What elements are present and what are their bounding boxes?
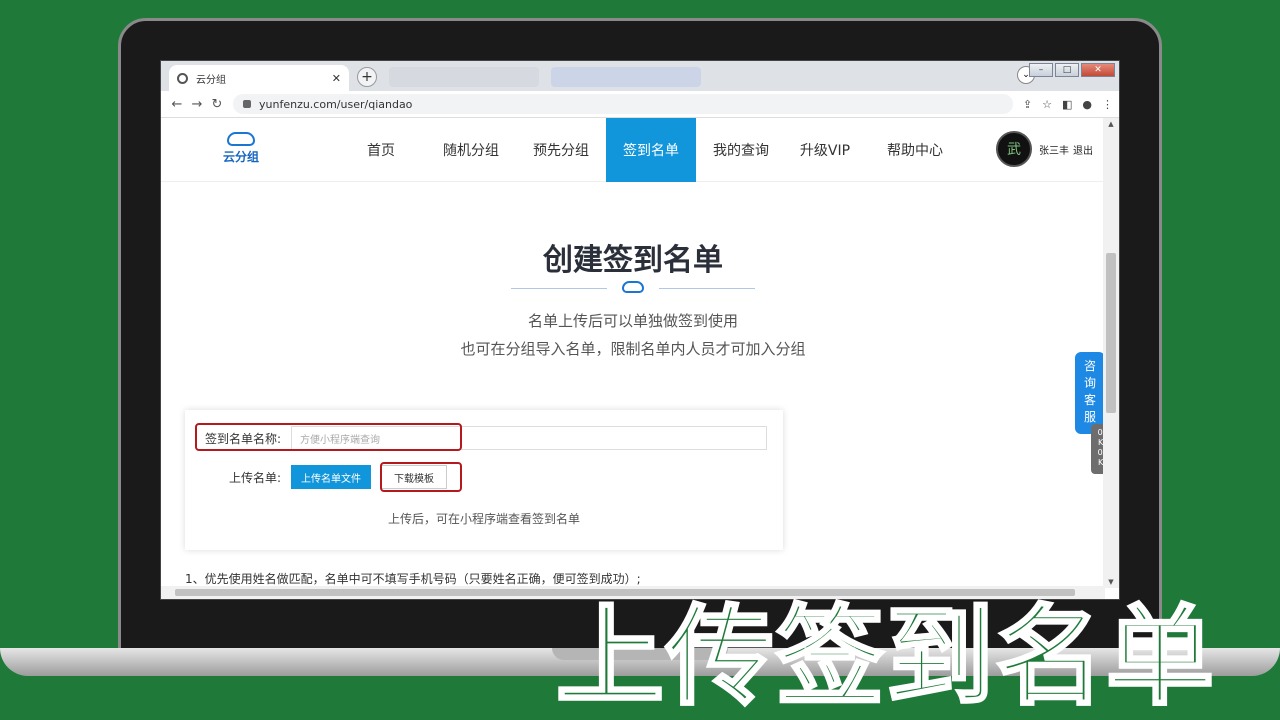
upload-form-card: 签到名单名称: 方便小程序端查询 上传名单: 上传名单文件 下载模板 上传后，可… <box>185 410 783 550</box>
nav-upgrade-vip[interactable]: 升级VIP <box>786 118 864 182</box>
url-text: yunfenzu.com/user/qiandao <box>259 97 413 111</box>
cloud-icon <box>622 281 644 293</box>
close-window-button[interactable]: ✕ <box>1081 63 1115 77</box>
minimize-button[interactable]: – <box>1029 63 1053 77</box>
site-header: 云分组 首页 随机分组 预先分组 签到名单 我的查询 升级VIP 帮助中心 武 … <box>161 118 1105 182</box>
main-nav: 首页 随机分组 预先分组 签到名单 我的查询 升级VIP 帮助中心 <box>351 118 966 182</box>
upload-file-button[interactable]: 上传名单文件 <box>291 465 372 489</box>
lock-icon <box>243 100 251 108</box>
overlay-caption: 上传签到名单 <box>554 594 1217 720</box>
upload-hint: 上传后，可在小程序端查看签到名单 <box>387 512 580 526</box>
browser-tab[interactable]: 云分组 ✕ <box>169 65 349 91</box>
page-content: 云分组 首页 随机分组 预先分组 签到名单 我的查询 升级VIP 帮助中心 武 … <box>161 118 1105 588</box>
highlight-box <box>195 423 462 451</box>
menu-icon[interactable]: ⋮ <box>1102 98 1113 111</box>
logo-text: 云分组 <box>222 150 259 164</box>
star-icon[interactable]: ☆ <box>1042 98 1052 111</box>
divider <box>511 288 607 289</box>
instruction-note: 1、优先使用姓名做匹配，名单中可不填写手机号码（只要姓名正确，便可签到成功）; <box>185 572 641 586</box>
user-area: 武 张三丰 退出 <box>996 131 1093 167</box>
upload-label: 上传名单: <box>229 470 282 485</box>
globe-icon <box>177 72 188 84</box>
logout-link[interactable]: 退出 <box>1073 142 1093 157</box>
title-decoration <box>511 281 755 295</box>
maximize-button[interactable]: □ <box>1055 63 1079 77</box>
vertical-scrollbar[interactable]: ▲ ▼ <box>1103 118 1119 588</box>
sidebar-icon[interactable]: ◧ <box>1062 98 1072 111</box>
reload-icon[interactable]: ↻ <box>207 97 227 112</box>
site-logo[interactable]: 云分组 <box>216 132 266 165</box>
nav-help-center[interactable]: 帮助中心 <box>864 118 966 182</box>
scroll-down-arrow[interactable]: ▼ <box>1103 578 1119 586</box>
user-name[interactable]: 张三丰 <box>1039 142 1069 157</box>
browser-window: 云分组 ✕ + ⌄ – □ ✕ ← → ↻ yunfenzu.com/user/… <box>160 60 1120 600</box>
profile-icon[interactable]: ● <box>1082 98 1092 111</box>
page-title: 创建签到名单 <box>543 243 723 278</box>
page-subtitle: 名单上传后可以单独做签到使用 <box>527 312 738 330</box>
share-icon[interactable]: ⇪ <box>1023 98 1032 111</box>
customer-service-label: 咨询客服 <box>1083 359 1096 424</box>
background-tab[interactable] <box>551 67 701 87</box>
divider <box>659 288 755 289</box>
scroll-up-arrow[interactable]: ▲ <box>1103 120 1119 128</box>
window-controls: – □ ✕ <box>1029 63 1115 77</box>
highlight-box <box>380 462 462 492</box>
nav-preset-group[interactable]: 预先分组 <box>531 118 591 182</box>
nav-home[interactable]: 首页 <box>351 118 411 182</box>
nav-my-query[interactable]: 我的查询 <box>696 118 786 182</box>
page-subtitle: 也可在分组导入名单，限制名单内人员才可加入分组 <box>460 340 806 358</box>
tab-title: 云分组 <box>196 74 226 86</box>
new-tab-button[interactable]: + <box>357 67 377 87</box>
back-arrow-icon[interactable]: ← <box>167 97 187 112</box>
cloud-icon <box>227 132 255 146</box>
nav-random-group[interactable]: 随机分组 <box>411 118 531 182</box>
avatar[interactable]: 武 <box>996 131 1032 167</box>
tab-bar: 云分组 ✕ + ⌄ – □ ✕ <box>161 61 1119 91</box>
address-bar-actions: ⇪ ☆ ◧ ● ⋮ <box>1023 98 1113 111</box>
scroll-thumb[interactable] <box>1106 253 1116 413</box>
url-field[interactable]: yunfenzu.com/user/qiandao <box>233 94 1013 114</box>
background-tab[interactable] <box>389 67 539 87</box>
address-bar: ← → ↻ yunfenzu.com/user/qiandao ⇪ ☆ ◧ ● … <box>161 91 1119 118</box>
customer-service-button[interactable]: 咨询客服 <box>1075 352 1105 434</box>
close-tab-icon[interactable]: ✕ <box>332 72 341 85</box>
nav-signin-list[interactable]: 签到名单 <box>606 118 696 182</box>
forward-arrow-icon[interactable]: → <box>187 97 207 112</box>
